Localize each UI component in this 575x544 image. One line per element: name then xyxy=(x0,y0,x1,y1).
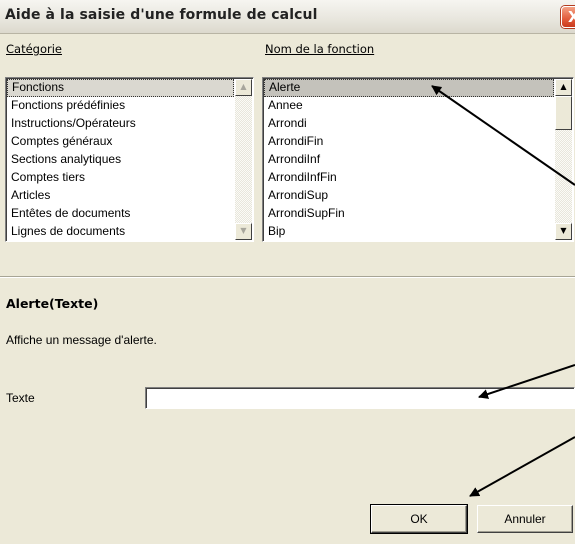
fonction-label: Nom de la fonction xyxy=(265,42,374,56)
fonction-label-text: Nom de la fonction xyxy=(265,42,375,56)
fonction-listbox[interactable]: Alerte Annee Arrondi ArrondiFin ArrondiInf Ar… xyxy=(262,77,574,242)
fonction-scroll-down-button[interactable]: ▼ xyxy=(555,223,572,240)
triangle-down-icon: ▼ xyxy=(560,226,567,235)
separator xyxy=(0,276,575,278)
categorie-scrollbar[interactable]: ▲ ▼ xyxy=(235,79,252,240)
categorie-item[interactable]: Articles xyxy=(7,187,234,205)
fonction-scrollbar[interactable]: ▲ ▼ xyxy=(555,79,572,240)
fonction-item[interactable]: Alerte xyxy=(264,79,554,97)
categorie-scroll-up-button[interactable]: ▲ xyxy=(235,79,252,96)
close-button[interactable]: X xyxy=(561,6,575,28)
fonction-scroll-thumb[interactable] xyxy=(555,96,572,130)
fonction-item[interactable]: Annee xyxy=(264,97,554,115)
param-texte-label: Texte xyxy=(6,391,35,405)
dialog-title: Aide à la saisie d'une formule de calcul xyxy=(5,7,318,23)
categorie-scroll-down-button[interactable]: ▼ xyxy=(235,223,252,240)
function-description: Affiche un message d'alerte. xyxy=(6,333,157,347)
triangle-up-icon: ▲ xyxy=(240,82,247,91)
categorie-item[interactable]: Entêtes de documents xyxy=(7,205,234,223)
fonction-item[interactable]: Bip xyxy=(264,223,554,241)
categorie-label-text: Catégorie xyxy=(6,42,62,56)
fonction-item[interactable]: ArrondiFin xyxy=(264,133,554,151)
fonction-item[interactable]: Arrondi xyxy=(264,115,554,133)
fonction-item[interactable]: ArrondiInf xyxy=(264,151,554,169)
close-icon: X xyxy=(568,8,575,26)
cancel-button[interactable]: Annuler xyxy=(477,505,573,533)
fonction-list: Alerte Annee Arrondi ArrondiFin ArrondiInf Ar… xyxy=(264,79,554,241)
categorie-label: Catégorie xyxy=(6,42,62,56)
fonction-item[interactable]: ArrondiInfFin xyxy=(264,169,554,187)
categorie-listbox[interactable]: Fonctions Fonctions prédéfinies Instructio… xyxy=(5,77,254,242)
param-texte-input[interactable] xyxy=(145,387,575,409)
function-signature: Alerte(Texte) xyxy=(6,296,99,311)
fonction-scroll-up-button[interactable]: ▲ xyxy=(555,79,572,96)
categorie-item[interactable]: Lignes de documents xyxy=(7,223,234,241)
arrow-to-ok-button xyxy=(469,436,575,497)
dialog-window: Aide à la saisie d'une formule de calcul… xyxy=(0,0,575,544)
fonction-item[interactable]: ArrondiSup xyxy=(264,187,554,205)
categorie-item[interactable]: Fonctions xyxy=(7,79,234,97)
categorie-list: Fonctions Fonctions prédéfinies Instructio… xyxy=(7,79,234,241)
categorie-item[interactable]: Instructions/Opérateurs xyxy=(7,115,234,133)
triangle-up-icon: ▲ xyxy=(560,82,567,91)
title-bar[interactable]: Aide à la saisie d'une formule de calcul… xyxy=(0,0,575,34)
triangle-down-icon: ▼ xyxy=(240,226,247,235)
categorie-item[interactable]: Sections analytiques xyxy=(7,151,234,169)
categorie-item[interactable]: Fonctions prédéfinies xyxy=(7,97,234,115)
ok-button[interactable]: OK xyxy=(370,504,468,534)
fonction-item[interactable]: ArrondiSupFin xyxy=(264,205,554,223)
categorie-item[interactable]: Comptes tiers xyxy=(7,169,234,187)
categorie-item[interactable]: Comptes généraux xyxy=(7,133,234,151)
